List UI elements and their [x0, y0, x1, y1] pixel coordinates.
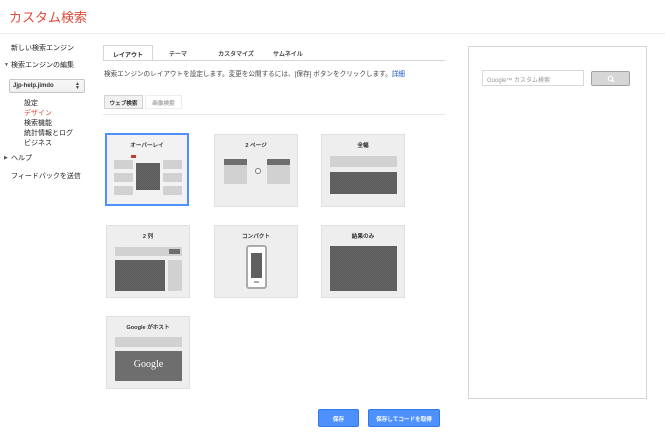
sidebar-feedback-link[interactable]: フィードバックを送信 — [11, 171, 81, 181]
tab-theme[interactable]: テーマ — [158, 45, 198, 61]
subtab-divider — [103, 114, 445, 115]
layout-card-label: 結果のみ — [351, 234, 375, 240]
engine-select-value: Jjp-help.jimdo — [13, 83, 54, 89]
preview-panel: Google™ カスタム検索 — [468, 46, 647, 399]
sidebar-item-settings[interactable]: 設定 — [24, 98, 38, 108]
overlay-results-block — [136, 163, 160, 190]
tab-customize[interactable]: カスタマイズ — [205, 45, 267, 61]
sidebar-item-stats-logs[interactable]: 統計情報とログ — [24, 128, 73, 138]
layout-card-results-only[interactable]: 結果のみ — [321, 225, 405, 298]
sidebar-new-engine-link[interactable]: 新しい検索エンジン — [11, 43, 74, 53]
subtab-image-search[interactable]: 画像検索 — [145, 95, 182, 109]
app-title: カスタム検索 — [9, 10, 88, 25]
details-link[interactable]: 詳細 — [392, 71, 405, 78]
save-and-get-code-button[interactable]: 保存してコードを取得 — [368, 409, 440, 427]
search-icon — [607, 75, 615, 83]
subtab-web-search[interactable]: ウェブ検索 — [104, 95, 143, 109]
layout-card-overlay[interactable]: オーバーレイ — [105, 133, 189, 206]
layout-card-label: 2 列 — [142, 234, 154, 240]
sidebar-item-business[interactable]: ビジネス — [24, 138, 52, 148]
preview-search-input[interactable]: Google™ カスタム検索 — [482, 70, 584, 86]
engine-select[interactable]: Jjp-help.jimdo ▲ ▼ — [9, 79, 85, 93]
layout-card-label: 2 ページ — [245, 143, 267, 149]
layout-card-two-column[interactable]: 2 列 — [106, 225, 190, 298]
phone-icon — [246, 245, 267, 289]
sidebar-item-design[interactable]: デザイン — [24, 108, 52, 118]
layout-card-google-hosted[interactable]: Google がホスト Google — [106, 316, 190, 389]
sidebar-edit-engine[interactable]: 検索エンジンの編集 — [11, 60, 74, 70]
sidebar-item-search-features[interactable]: 検索機能 — [24, 118, 52, 128]
layout-description: 検索エンジンのレイアウトを設定します。変更を公開するには、[保存] ボタンをクリ… — [104, 68, 405, 78]
description-text: 検索エンジンのレイアウトを設定します。変更を公開するには、[保存] ボタンをクリ… — [104, 71, 392, 78]
layout-card-compact[interactable]: コンパクト — [214, 225, 298, 298]
google-logo-block: Google — [115, 351, 182, 381]
layout-card-label: コンパクト — [242, 234, 270, 240]
preview-search-button[interactable] — [591, 71, 630, 86]
overlay-accent-mark — [131, 155, 136, 158]
layout-card-full-width[interactable]: 全幅 — [321, 134, 405, 207]
layout-card-label: Google がホスト — [126, 325, 170, 331]
header-divider — [0, 33, 665, 34]
sidebar: 新しい検索エンジン ▼ 検索エンジンの編集 Jjp-help.jimdo ▲ ▼ … — [0, 34, 95, 440]
tab-thumbnail[interactable]: サムネイル — [262, 45, 314, 61]
select-arrows-icon: ▲ ▼ — [75, 81, 80, 91]
sidebar-help-link[interactable]: ヘルプ — [11, 153, 32, 163]
expand-triangle-icon[interactable]: ▼ — [4, 62, 9, 68]
arrow-circle-icon — [255, 168, 261, 174]
tab-layout[interactable]: レイアウト — [103, 45, 153, 61]
collapse-triangle-icon[interactable]: ▶ — [4, 155, 8, 161]
tab-divider — [103, 60, 445, 61]
layout-card-two-page[interactable]: 2 ページ — [214, 134, 298, 207]
layout-card-label: オーバーレイ — [130, 143, 164, 149]
layout-card-label: 全幅 — [357, 143, 369, 149]
save-button[interactable]: 保存 — [318, 409, 359, 427]
